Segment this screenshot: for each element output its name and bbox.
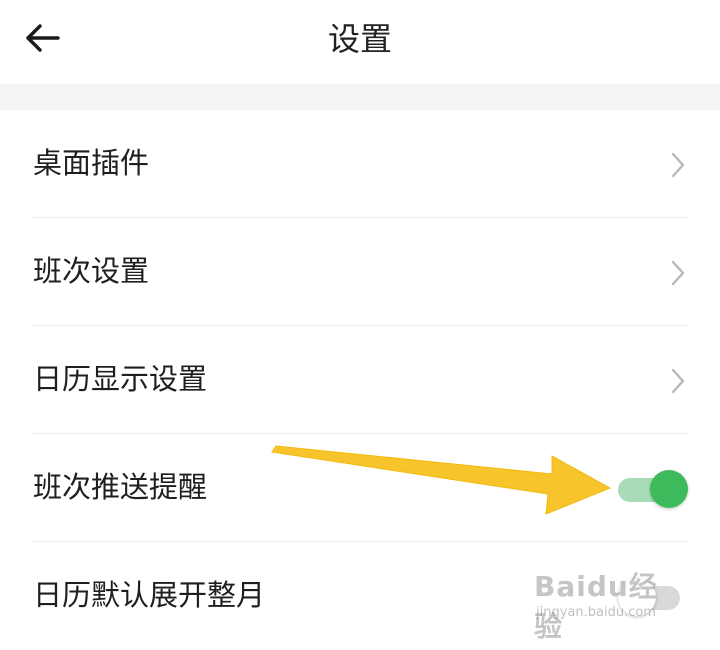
shift-push-reminder-toggle[interactable] xyxy=(618,468,688,508)
calendar-expand-month-toggle[interactable] xyxy=(618,576,688,616)
section-gap xyxy=(0,84,720,110)
settings-list: 桌面插件 班次设置 日历显示设置 班次推送提醒 日历默认展开整月 xyxy=(0,110,720,650)
chevron-right-icon xyxy=(671,260,685,286)
settings-item-label: 桌面插件 xyxy=(33,146,150,180)
settings-item-desktop-widget[interactable]: 桌面插件 xyxy=(0,110,720,218)
top-bar: 设置 xyxy=(0,0,720,84)
toggle-knob xyxy=(650,470,688,508)
settings-item-shift-settings[interactable]: 班次设置 xyxy=(0,218,720,326)
chevron-right-icon xyxy=(671,152,685,178)
settings-item-calendar-display[interactable]: 日历显示设置 xyxy=(0,326,720,434)
settings-item-calendar-expand-month: 日历默认展开整月 xyxy=(0,542,720,650)
settings-item-label: 日历默认展开整月 xyxy=(33,578,266,612)
settings-item-label: 班次推送提醒 xyxy=(33,470,208,504)
settings-item-shift-push-reminder: 班次推送提醒 xyxy=(0,434,720,542)
settings-item-label: 班次设置 xyxy=(33,254,150,288)
settings-item-label: 日历显示设置 xyxy=(33,362,208,396)
page-title: 设置 xyxy=(327,20,392,58)
chevron-right-icon xyxy=(671,368,685,394)
toggle-knob xyxy=(618,578,656,616)
